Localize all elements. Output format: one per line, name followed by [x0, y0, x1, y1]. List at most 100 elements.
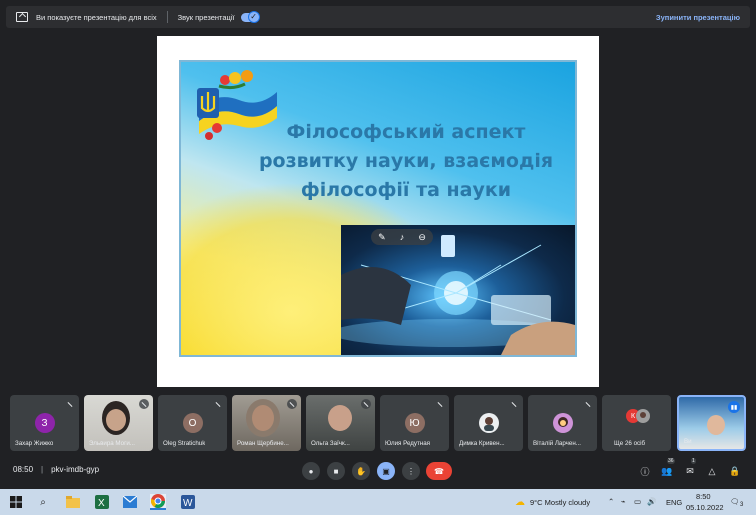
windows-start-button[interactable]	[8, 494, 24, 510]
show-hidden-icons-icon[interactable]: ⌃	[608, 497, 614, 506]
participant-tile[interactable]: Ольга Заїчк...	[306, 395, 375, 451]
more-vert-icon: ⋮	[407, 466, 415, 476]
person-icon	[483, 417, 494, 431]
slide-title-line: Філософський аспект	[286, 121, 526, 143]
mic-off-icon	[435, 399, 445, 409]
present-screen-icon: ▣	[382, 466, 390, 476]
activities-button[interactable]: △	[705, 464, 719, 478]
more-participants-label: Ще 26 осіб	[614, 440, 646, 447]
participant-name: Ольга Заїчк...	[311, 440, 350, 447]
more-options-button[interactable]: ⋮	[402, 462, 420, 480]
mail-icon	[123, 496, 137, 508]
mic-off-icon	[583, 399, 593, 409]
mic-off-icon	[287, 399, 297, 409]
network-icon[interactable]: ⌁	[621, 497, 626, 506]
excel-button[interactable]: X	[94, 494, 110, 510]
stop-presenting-button[interactable]: Зупинити презентацію	[656, 13, 740, 22]
display-icon[interactable]: ▭	[634, 497, 641, 506]
participant-face	[106, 409, 126, 431]
avatar	[478, 413, 499, 433]
search-button[interactable]: ⌕	[35, 494, 51, 510]
participant-name: Ви	[684, 438, 692, 445]
self-view-tile[interactable]: ▮▮ Ви	[677, 395, 746, 451]
camera-icon: ■	[333, 466, 339, 476]
participant-name: Віталій Ларчен...	[533, 440, 581, 447]
slide-controls: ✎ ♪ ⊖	[371, 229, 433, 245]
mic-icon: ●	[308, 466, 314, 476]
people-count-badge: 36	[667, 458, 675, 464]
participant-tile[interactable]: З Захар Жижко	[10, 395, 79, 451]
divider: |	[41, 465, 44, 474]
participant-tile[interactable]: Ю Юлия Редутная	[380, 395, 449, 451]
folder-icon	[66, 496, 80, 508]
presentation-sound-toggle[interactable]: ✓	[240, 10, 260, 23]
windows-logo-icon	[10, 496, 22, 508]
windows-taskbar	[0, 489, 756, 515]
participant-tile[interactable]: O Oleg Stratichuk	[158, 395, 227, 451]
presentation-stage: Філософський аспект розвитку науки, взає…	[157, 36, 599, 387]
weather-text[interactable]: 9°C Mostly cloudy	[530, 498, 590, 507]
stop-presentation-icon[interactable]: ⊖	[418, 232, 426, 243]
person-icon	[640, 412, 646, 418]
slide-title: Філософський аспект розвитку науки, взає…	[241, 118, 571, 205]
participant-tile[interactable]: Эльвира Моги...	[84, 395, 153, 451]
clock-date[interactable]: 05.10.2022	[686, 503, 724, 512]
presenting-message: Ви показуєте презентацію для всіх	[36, 12, 157, 22]
avatar: З	[34, 413, 55, 433]
meeting-info: 08:50 | pkv-imdb-gyp	[13, 465, 99, 474]
meeting-details-button[interactable]: ⓘ	[638, 464, 652, 478]
slide-title-line: розвитку науки, взаємодія	[258, 150, 554, 172]
participant-tile[interactable]: Роман Щербине...	[232, 395, 301, 451]
info-icon: ⓘ	[640, 466, 650, 477]
svg-text:W: W	[183, 498, 193, 509]
notifications-icon[interactable]: 🗨	[730, 497, 740, 506]
speaking-indicator-icon: ▮▮	[728, 401, 740, 413]
excel-icon: X	[95, 495, 109, 509]
host-controls-button[interactable]: 🔒	[728, 464, 742, 478]
camera-button[interactable]: ■	[327, 462, 345, 480]
chat-button[interactable]: ✉	[683, 464, 697, 478]
divider	[166, 11, 168, 23]
mic-off-icon	[213, 399, 223, 409]
participant-tile[interactable]: Димка Кривен...	[454, 395, 523, 451]
chat-count-badge: 1	[691, 458, 696, 464]
mic-off-icon	[361, 399, 371, 409]
microphone-button[interactable]: ●	[302, 462, 320, 480]
meet-window: Ви показуєте презентацію для всіх Звук п…	[0, 0, 756, 515]
avatar: Ю	[404, 413, 425, 433]
more-participants-tile[interactable]: К Ще 26 осіб	[602, 395, 671, 451]
mute-presentation-icon[interactable]: ✎	[378, 232, 386, 243]
avatar: O	[182, 413, 203, 433]
presentation-banner: Ви показуєте презентацію для всіх Звук п…	[6, 6, 750, 28]
mail-button[interactable]	[122, 494, 138, 510]
slide: Філософський аспект розвитку науки, взає…	[179, 60, 577, 357]
word-button[interactable]: W	[180, 494, 196, 510]
participant-tile[interactable]: Віталій Ларчен...	[528, 395, 597, 451]
meeting-code: pkv-imdb-gyp	[51, 465, 100, 474]
people-button[interactable]: 👥	[660, 464, 674, 478]
hand-icon: ✋	[356, 466, 366, 476]
leave-call-button[interactable]: ☎	[426, 462, 452, 480]
volume-icon[interactable]: 🔊	[647, 497, 656, 506]
input-language[interactable]: ENG	[666, 498, 682, 507]
presentation-sound-label: Звук презентації	[177, 12, 235, 22]
mic-off-icon	[509, 399, 519, 409]
meeting-time: 08:50	[13, 465, 34, 474]
people-icon: 👥	[661, 465, 673, 476]
participant-name: Димка Кривен...	[459, 440, 505, 447]
search-icon: ⌕	[40, 496, 46, 508]
lock-person-icon: 🔒	[729, 465, 741, 476]
participant-name: Захар Жижко	[15, 440, 54, 447]
participant-face	[252, 405, 274, 431]
avatar	[552, 413, 573, 433]
phone-hangup-icon: ☎	[434, 466, 444, 476]
chrome-button[interactable]	[150, 494, 166, 510]
mic-off-icon	[139, 399, 149, 409]
svg-text:X: X	[98, 498, 105, 509]
volume-icon[interactable]: ♪	[400, 232, 405, 242]
raise-hand-button[interactable]: ✋	[352, 462, 370, 480]
clock-time[interactable]: 8:50	[696, 492, 711, 501]
participant-name: Эльвира Моги...	[89, 440, 135, 447]
file-explorer-button[interactable]	[65, 494, 81, 510]
present-now-button[interactable]: ▣	[377, 462, 395, 480]
